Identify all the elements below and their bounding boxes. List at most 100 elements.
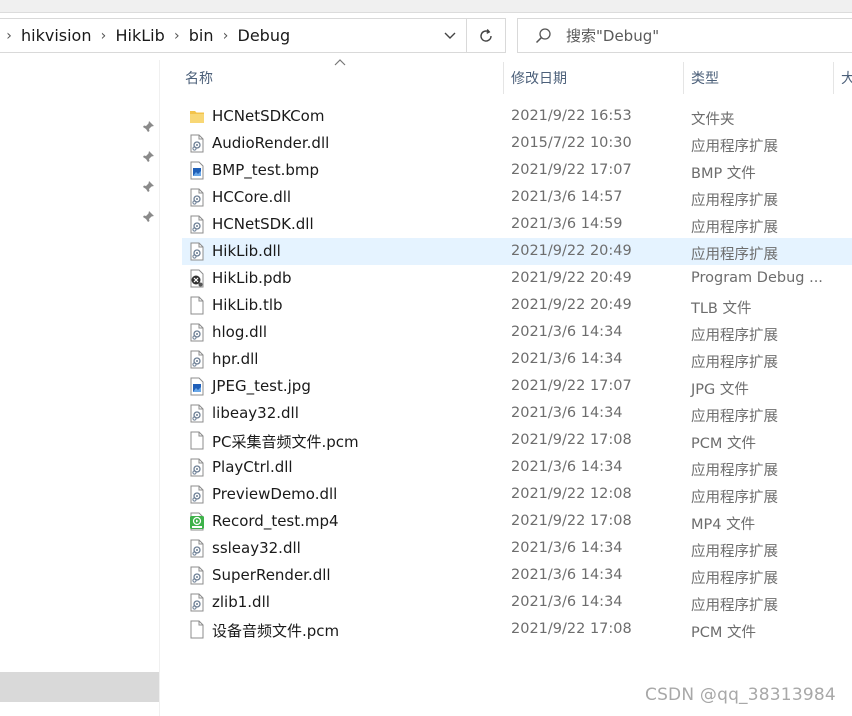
file-type: PCM 文件 — [691, 625, 756, 641]
column-resize-handle[interactable] — [683, 62, 684, 94]
file-name[interactable]: PC采集音频文件.pcm — [212, 431, 359, 452]
file-row[interactable]: Record_test.mp4 2021/9/22 17:08 MP4 文件 — [182, 508, 852, 535]
dll-icon — [188, 458, 206, 477]
breadcrumb-segment-debug[interactable]: Debug — [235, 26, 294, 45]
file-row[interactable]: zlib1.dll 2021/3/6 14:34 应用程序扩展 — [182, 589, 852, 616]
file-name[interactable]: HCNetSDKCom — [212, 107, 324, 125]
chevron-right-icon[interactable]: › — [217, 28, 235, 44]
file-name[interactable]: Record_test.mp4 — [212, 512, 339, 530]
file-row[interactable]: BMP_test.bmp 2021/9/22 17:07 BMP 文件 — [182, 157, 852, 184]
breadcrumb-segment-hiklib[interactable]: HikLib — [112, 26, 167, 45]
dll-icon — [188, 215, 206, 234]
file-row[interactable]: HikLib.dll 2021/9/22 20:49 应用程序扩展 — [182, 238, 852, 265]
file-modified-date: 2021/9/22 20:49 — [511, 270, 632, 286]
refresh-button[interactable] — [467, 19, 505, 52]
file-icon — [188, 431, 206, 450]
file-type: 应用程序扩展 — [691, 220, 778, 236]
image-icon — [188, 377, 206, 396]
dll-icon — [188, 242, 206, 261]
file-modified-date: 2021/3/6 14:34 — [511, 540, 623, 556]
file-row[interactable]: ssleay32.dll 2021/3/6 14:34 应用程序扩展 — [182, 535, 852, 562]
file-type: PCM 文件 — [691, 436, 756, 452]
file-row[interactable]: HikLib.tlb 2021/9/22 20:49 TLB 文件 — [182, 292, 852, 319]
pin-icon[interactable] — [141, 150, 155, 164]
watermark: CSDN @qq_38313984 — [645, 685, 836, 705]
file-row[interactable]: PreviewDemo.dll 2021/9/22 12:08 应用程序扩展 — [182, 481, 852, 508]
file-type: 应用程序扩展 — [691, 193, 778, 209]
search-box[interactable] — [517, 18, 852, 53]
pin-icon[interactable] — [141, 180, 155, 194]
dll-icon — [188, 593, 206, 612]
column-header-name[interactable]: 名称 — [185, 62, 213, 94]
file-name[interactable]: HCCore.dll — [212, 188, 291, 206]
file-row[interactable]: SuperRender.dll 2021/3/6 14:34 应用程序扩展 — [182, 562, 852, 589]
file-name[interactable]: ssleay32.dll — [212, 539, 301, 557]
file-name[interactable]: SuperRender.dll — [212, 566, 331, 584]
file-name[interactable]: 设备音频文件.pcm — [212, 620, 339, 641]
folder-icon — [188, 107, 206, 126]
breadcrumb: › hikvision › HikLib › bin › Debug — [0, 19, 293, 52]
column-resize-handle[interactable] — [503, 62, 504, 94]
file-row[interactable]: HCNetSDK.dll 2021/3/6 14:59 应用程序扩展 — [182, 211, 852, 238]
chevron-right-icon[interactable]: › — [0, 28, 18, 44]
file-name[interactable]: hlog.dll — [212, 323, 267, 341]
file-type: 应用程序扩展 — [691, 247, 778, 263]
nav-item-selected[interactable] — [0, 672, 159, 702]
file-row[interactable]: HikLib.pdb 2021/9/22 20:49 Program Debug .… — [182, 265, 852, 292]
file-name[interactable]: HCNetSDK.dll — [212, 215, 314, 233]
file-modified-date: 2021/3/6 14:59 — [511, 216, 623, 232]
file-name[interactable]: BMP_test.bmp — [212, 161, 319, 179]
file-row[interactable]: libeay32.dll 2021/3/6 14:34 应用程序扩展 — [182, 400, 852, 427]
file-type: 文件夹 — [691, 112, 735, 128]
breadcrumb-segment-hikvision[interactable]: hikvision — [18, 26, 94, 45]
address-bar[interactable]: › hikvision › HikLib › bin › Debug — [0, 18, 506, 53]
column-header-type[interactable]: 类型 — [691, 62, 719, 94]
file-modified-date: 2021/9/22 20:49 — [511, 243, 632, 259]
image-icon — [188, 161, 206, 180]
column-header-date[interactable]: 修改日期 — [511, 62, 567, 94]
file-row[interactable]: hlog.dll 2021/3/6 14:34 应用程序扩展 — [182, 319, 852, 346]
title-bar-strip — [0, 0, 852, 13]
file-type: 应用程序扩展 — [691, 598, 778, 614]
refresh-icon — [480, 28, 492, 42]
file-name[interactable]: JPEG_test.jpg — [212, 377, 311, 395]
sort-ascending-icon — [334, 59, 346, 66]
file-row[interactable]: HCNetSDKCom 2021/9/22 16:53 文件夹 — [182, 103, 852, 130]
address-history-dropdown[interactable] — [437, 19, 463, 52]
file-name[interactable]: zlib1.dll — [212, 593, 270, 611]
file-row[interactable]: 设备音频文件.pcm 2021/9/22 17:08 PCM 文件 — [182, 616, 852, 643]
file-row[interactable]: PlayCtrl.dll 2021/3/6 14:34 应用程序扩展 — [182, 454, 852, 481]
file-name[interactable]: libeay32.dll — [212, 404, 299, 422]
file-row[interactable]: AudioRender.dll 2015/7/22 10:30 应用程序扩展 — [182, 130, 852, 157]
file-modified-date: 2021/3/6 14:34 — [511, 567, 623, 583]
file-name[interactable]: hpr.dll — [212, 350, 258, 368]
file-row[interactable]: HCCore.dll 2021/3/6 14:57 应用程序扩展 — [182, 184, 852, 211]
file-type: 应用程序扩展 — [691, 463, 778, 479]
pane-divider[interactable] — [159, 60, 160, 716]
file-row[interactable]: JPEG_test.jpg 2021/9/22 17:07 JPG 文件 — [182, 373, 852, 400]
file-type: Program Debug ... — [691, 270, 823, 286]
column-resize-handle[interactable] — [833, 62, 834, 94]
file-type: 应用程序扩展 — [691, 544, 778, 560]
file-name[interactable]: HikLib.dll — [212, 242, 281, 260]
file-row[interactable]: hpr.dll 2021/3/6 14:34 应用程序扩展 — [182, 346, 852, 373]
file-name[interactable]: AudioRender.dll — [212, 134, 329, 152]
file-icon — [188, 620, 206, 639]
file-name[interactable]: HikLib.pdb — [212, 269, 292, 287]
file-row[interactable]: PC采集音频文件.pcm 2021/9/22 17:08 PCM 文件 — [182, 427, 852, 454]
dll-icon — [188, 539, 206, 558]
search-input[interactable] — [566, 25, 826, 47]
pin-icon[interactable] — [141, 120, 155, 134]
dll-icon — [188, 188, 206, 207]
chevron-right-icon[interactable]: › — [168, 28, 186, 44]
file-modified-date: 2021/3/6 14:34 — [511, 351, 623, 367]
file-name[interactable]: PlayCtrl.dll — [212, 458, 293, 476]
breadcrumb-segment-bin[interactable]: bin — [186, 26, 217, 45]
column-header-size[interactable]: 大 — [841, 62, 852, 94]
chevron-right-icon[interactable]: › — [94, 28, 112, 44]
dll-icon — [188, 404, 206, 423]
dll-icon — [188, 566, 206, 585]
file-name[interactable]: PreviewDemo.dll — [212, 485, 337, 503]
file-name[interactable]: HikLib.tlb — [212, 296, 283, 314]
pin-icon[interactable] — [141, 210, 155, 224]
